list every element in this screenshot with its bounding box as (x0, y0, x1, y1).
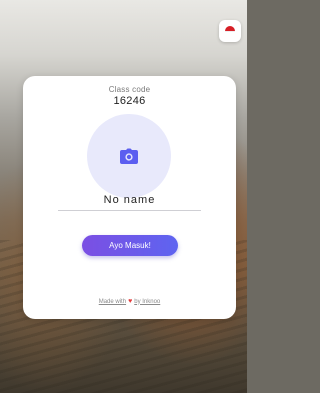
flag-icon (225, 26, 235, 36)
heart-icon: ♥ (128, 298, 133, 305)
language-flag-button[interactable] (219, 20, 241, 42)
class-code-label: Class code (108, 85, 151, 94)
name-underline (58, 210, 201, 211)
enter-button[interactable]: Ayo Masuk! (82, 235, 178, 256)
class-code-value: 16246 (113, 95, 146, 107)
footer-by-link[interactable]: by Inknoo (134, 299, 160, 305)
avatar-upload[interactable] (87, 114, 171, 198)
footer-credit: Made with ♥ by Inknoo (23, 298, 236, 305)
profile-name[interactable]: No name (23, 194, 236, 206)
footer-made-with[interactable]: Made with (99, 299, 126, 305)
camera-icon (120, 148, 138, 164)
join-class-card: Class code 16246 No name Ayo Masuk! Made… (23, 76, 236, 319)
